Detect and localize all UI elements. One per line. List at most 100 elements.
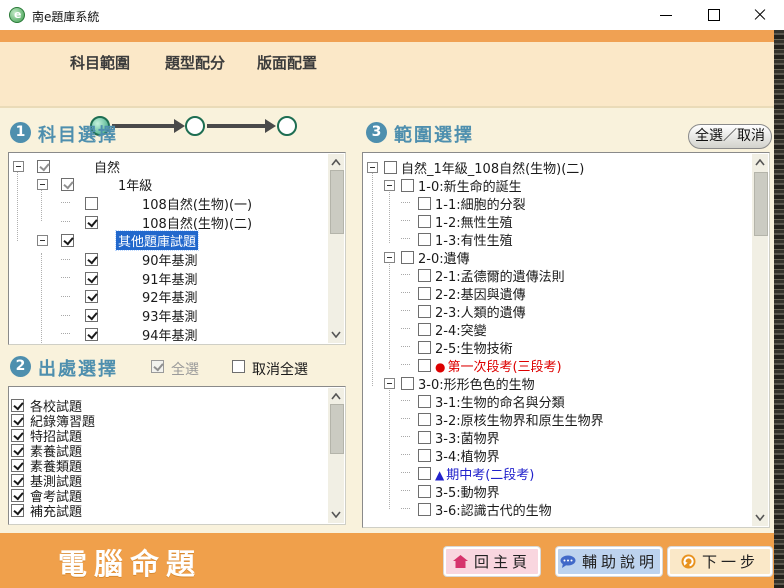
collapse-toggle-icon[interactable]	[37, 179, 48, 190]
tree-item-label[interactable]: 90年基測	[140, 250, 200, 269]
tree-item-label[interactable]: 108自然(生物)(一)	[140, 194, 254, 213]
checkbox[interactable]	[11, 399, 24, 412]
checkbox[interactable]	[418, 305, 431, 318]
tree-item-label[interactable]: 108自然(生物)(二)	[140, 213, 254, 232]
checkbox[interactable]	[418, 197, 431, 210]
scroll-up-icon[interactable]	[331, 393, 341, 400]
tree-item-label[interactable]: 2-3:人類的遺傳	[433, 302, 528, 321]
tree-item-label[interactable]: 1-0:新生命的誕生	[416, 176, 524, 195]
scroll-down-icon[interactable]	[331, 511, 341, 518]
tree-item-label[interactable]: 其他題庫試題	[116, 231, 198, 250]
tree-item-label[interactable]: 自然	[92, 157, 122, 176]
tree-item-label[interactable]: 2-4:突變	[433, 320, 489, 339]
tree-item-label[interactable]: ●第一次段考(三段考)	[433, 356, 564, 375]
checkbox[interactable]	[11, 474, 24, 487]
tree-item-label[interactable]: 1年級	[116, 175, 154, 194]
tree-item-label[interactable]: 3-2:原核生物界和原生生物界	[433, 410, 606, 429]
tree-item-label[interactable]: 3-3:菌物界	[433, 428, 502, 447]
tree-item-label[interactable]: 2-2:基因與遺傳	[433, 284, 528, 303]
tree-item-label[interactable]: 93年基測	[140, 306, 200, 325]
range-scrollbar[interactable]	[752, 154, 768, 526]
tree-item-label[interactable]: 92年基測	[140, 287, 200, 306]
select-all-toggle-button[interactable]: 全選／取消	[688, 124, 772, 149]
step-circle-2[interactable]	[185, 116, 205, 136]
scrollbar-thumb[interactable]	[754, 172, 768, 236]
tree-item-label[interactable]: 3-6:認識古代的生物	[433, 500, 554, 519]
deselect-all-checkbox[interactable]	[232, 360, 245, 373]
checkbox[interactable]	[418, 269, 431, 282]
tree-item-label[interactable]: 3-5:動物界	[433, 482, 502, 501]
collapse-toggle-icon[interactable]	[384, 252, 395, 263]
scroll-up-icon[interactable]	[331, 159, 341, 166]
checkbox[interactable]	[418, 215, 431, 228]
checkbox[interactable]	[85, 253, 98, 266]
collapse-toggle-icon[interactable]	[367, 162, 378, 173]
checkbox[interactable]	[401, 251, 414, 264]
checkbox[interactable]	[85, 216, 98, 229]
tree-item-label[interactable]: 3-0:形形色色的生物	[416, 374, 537, 393]
scroll-up-icon[interactable]	[755, 159, 765, 166]
collapse-toggle-icon[interactable]	[13, 161, 24, 172]
checkbox[interactable]	[85, 328, 98, 341]
source-scrollbar[interactable]	[328, 388, 344, 523]
checkbox[interactable]	[11, 459, 24, 472]
collapse-toggle-icon[interactable]	[384, 378, 395, 389]
checkbox[interactable]	[418, 233, 431, 246]
scrollbar-thumb[interactable]	[330, 404, 344, 454]
close-icon[interactable]	[738, 0, 782, 30]
tree-item-label[interactable]: 自然_1年級_108自然(生物)(二)	[399, 158, 586, 177]
collapse-toggle-icon[interactable]	[384, 180, 395, 191]
subject-scrollbar[interactable]	[328, 154, 344, 343]
checkbox[interactable]	[418, 359, 431, 372]
tree-item-label[interactable]: 2-0:遺傳	[416, 248, 472, 267]
checkbox[interactable]	[61, 178, 74, 191]
tree-item-label[interactable]: 3-4:植物界	[433, 446, 502, 465]
tree-item-label[interactable]: 95年基測	[140, 344, 200, 346]
tree-item-label[interactable]: 94年基測	[140, 325, 200, 344]
checkbox[interactable]	[418, 431, 431, 444]
tree-item-label[interactable]: 91年基測	[140, 269, 200, 288]
checkbox[interactable]	[85, 290, 98, 303]
minimize-icon[interactable]	[644, 0, 688, 30]
scrollbar-thumb[interactable]	[330, 170, 344, 234]
checkbox[interactable]	[401, 377, 414, 390]
tree-item-label[interactable]: 2-5:生物技術	[433, 338, 515, 357]
tree-item-label[interactable]: 3-1:生物的命名與分類	[433, 392, 567, 411]
checkbox[interactable]	[418, 323, 431, 336]
checkbox[interactable]	[11, 429, 24, 442]
checkbox[interactable]	[418, 485, 431, 498]
checkbox[interactable]	[418, 287, 431, 300]
tree-item-label[interactable]: 1-2:無性生殖	[433, 212, 515, 231]
checkbox[interactable]	[11, 489, 24, 502]
step-circle-3[interactable]	[277, 116, 297, 136]
help-button[interactable]: 輔助說明	[556, 547, 662, 576]
checkbox[interactable]	[11, 504, 24, 517]
maximize-icon[interactable]	[691, 0, 735, 30]
checkbox[interactable]	[418, 449, 431, 462]
tree-item-label[interactable]: ▲期中考(二段考)	[433, 464, 536, 483]
collapse-toggle-icon[interactable]	[37, 235, 48, 246]
next-step-button[interactable]: 下一步	[668, 547, 772, 576]
checkbox[interactable]	[85, 272, 98, 285]
checkbox[interactable]	[384, 161, 397, 174]
tree-item-label[interactable]: 1-3:有性生殖	[433, 230, 515, 249]
checkbox[interactable]	[11, 414, 24, 427]
checkbox[interactable]	[418, 467, 431, 480]
select-all-checkbox[interactable]	[151, 360, 164, 373]
checkbox[interactable]	[37, 160, 50, 173]
checkbox[interactable]	[11, 444, 24, 457]
checkbox[interactable]	[85, 197, 98, 210]
list-item-label[interactable]: 補充試題	[28, 501, 84, 520]
tree-item-label[interactable]: 1-1:細胞的分裂	[433, 194, 528, 213]
checkbox[interactable]	[418, 413, 431, 426]
checkbox[interactable]	[85, 309, 98, 322]
checkbox[interactable]	[61, 234, 74, 247]
checkbox[interactable]	[401, 179, 414, 192]
home-button[interactable]: 回主頁	[444, 547, 540, 576]
checkbox[interactable]	[418, 341, 431, 354]
checkbox[interactable]	[418, 395, 431, 408]
tree-item-label[interactable]: 2-1:孟德爾的遺傳法則	[433, 266, 567, 285]
scroll-down-icon[interactable]	[755, 514, 765, 521]
scroll-down-icon[interactable]	[331, 331, 341, 338]
checkbox[interactable]	[418, 503, 431, 516]
